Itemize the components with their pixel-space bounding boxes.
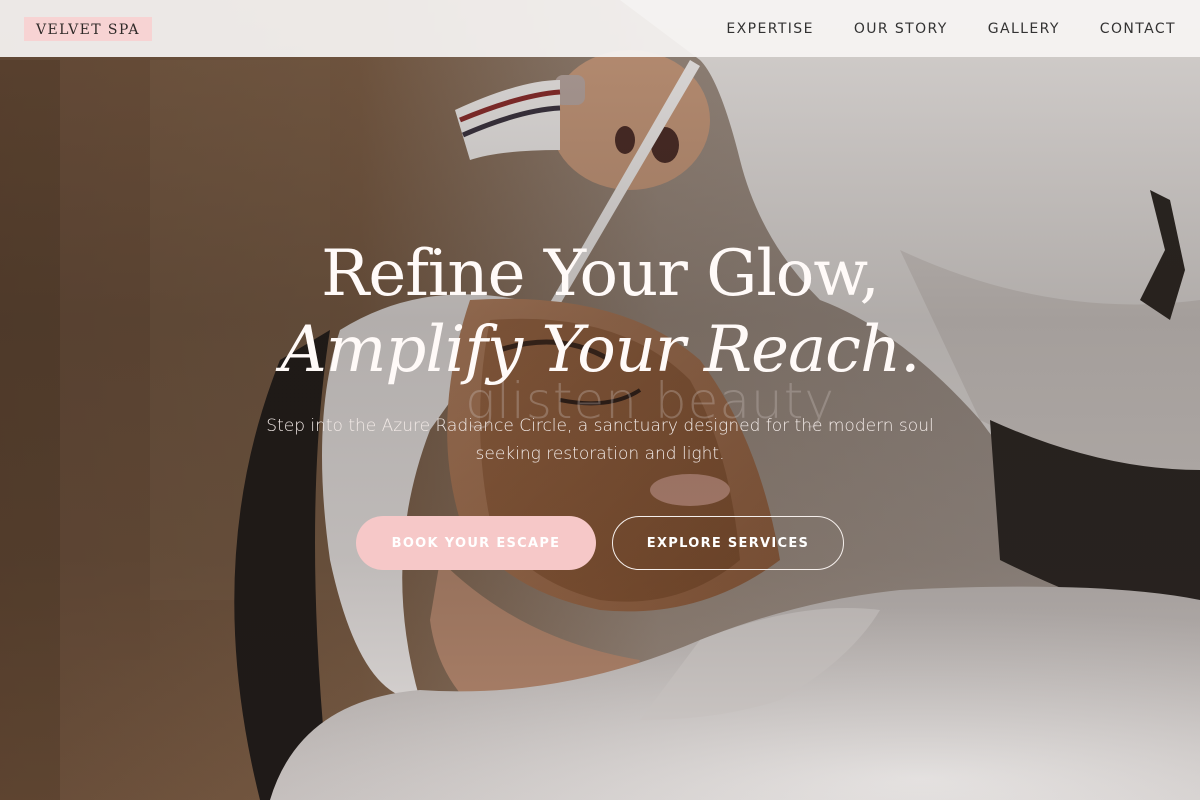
- site-header: VELVET SPA EXPERTISE OUR STORY GALLERY C…: [0, 0, 1200, 57]
- hero-subtext: Step into the Azure Radiance Circle, a s…: [266, 416, 934, 464]
- nav-link-our-story[interactable]: OUR STORY: [854, 21, 948, 37]
- hero-headline: Refine Your Glow, Amplify Your Reach.: [150, 236, 1050, 388]
- brand-logo[interactable]: VELVET SPA: [24, 16, 152, 41]
- main-nav: EXPERTISE OUR STORY GALLERY CONTACT: [726, 21, 1176, 37]
- explore-services-button[interactable]: EXPLORE SERVICES: [612, 516, 844, 570]
- headline-line-1: Refine Your Glow,: [321, 237, 880, 311]
- cta-group: BOOK YOUR ESCAPE EXPLORE SERVICES: [150, 516, 1050, 570]
- nav-link-expertise[interactable]: EXPERTISE: [726, 21, 813, 37]
- headline-line-2: Amplify Your Reach.: [280, 313, 921, 387]
- book-escape-button[interactable]: BOOK YOUR ESCAPE: [356, 516, 596, 570]
- nav-link-gallery[interactable]: GALLERY: [988, 21, 1060, 37]
- nav-link-contact[interactable]: CONTACT: [1100, 21, 1176, 37]
- hero-content: Refine Your Glow, Amplify Your Reach. St…: [150, 236, 1050, 570]
